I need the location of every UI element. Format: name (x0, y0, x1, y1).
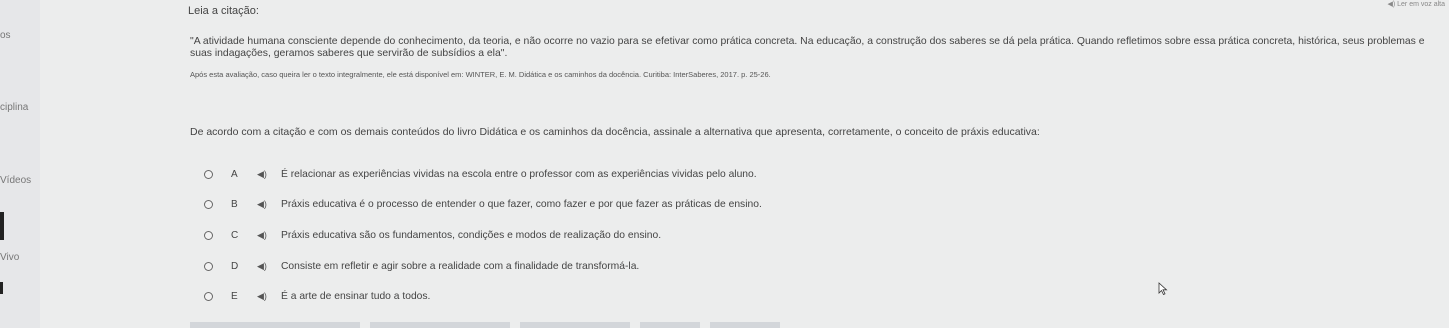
option-d[interactable]: D ◀) Consiste em refletir e agir sobre a… (190, 254, 790, 278)
speaker-icon[interactable]: ◀) (257, 230, 281, 241)
option-a[interactable]: A ◀) É relacionar as experiências vivida… (190, 162, 790, 186)
speaker-icon[interactable]: ◀) (257, 261, 281, 272)
sidebar-item-videos[interactable]: Vídeos (0, 175, 31, 186)
option-letter: D (231, 260, 239, 272)
speaker-icon: ◀) (1387, 1, 1396, 8)
option-letter: A (231, 168, 238, 180)
sidebar-active-indicator-2 (0, 282, 3, 294)
question-panel: Leia a citação: ◀) Ler em voz alta "A at… (40, 0, 1449, 328)
option-text: Práxis educativa são os fundamentos, con… (281, 229, 662, 241)
bottom-nav-segment[interactable] (520, 322, 630, 328)
quote-reference: Após esta avaliação, caso queira ler o t… (190, 70, 771, 79)
speaker-icon[interactable]: ◀) (257, 291, 281, 302)
speaker-icon[interactable]: ◀) (257, 199, 281, 210)
quote-text: "A atividade humana consciente depende d… (190, 36, 1425, 59)
bottom-nav-segment[interactable] (190, 322, 360, 328)
radio-icon[interactable] (204, 169, 213, 179)
sidebar-item-vivo[interactable]: Vivo (0, 252, 19, 263)
prompt-label: Leia a citação: (188, 5, 259, 17)
radio-icon[interactable] (204, 291, 213, 301)
sidebar-item-os[interactable]: os (0, 30, 11, 41)
sidebar-item-disciplina[interactable]: ciplina (0, 102, 28, 113)
left-sidebar: os ciplina Vídeos Vivo (0, 0, 40, 328)
option-text: É relacionar as experiências vividas na … (281, 168, 757, 180)
cursor-icon (1158, 282, 1168, 295)
speaker-icon[interactable]: ◀) (257, 169, 281, 180)
bottom-nav-segment[interactable] (370, 322, 510, 328)
option-letter: B (231, 198, 238, 210)
sidebar-active-indicator (0, 212, 4, 240)
read-aloud-button[interactable]: ◀) Ler em voz alta (1387, 0, 1445, 8)
option-text: É a arte de ensinar tudo a todos. (281, 290, 431, 302)
read-aloud-label: Ler em voz alta (1397, 1, 1445, 8)
bottom-nav-segment[interactable] (710, 322, 780, 328)
option-text: Consiste em refletir e agir sobre a real… (281, 260, 640, 272)
option-letter: E (231, 290, 238, 302)
option-letter: C (231, 229, 239, 241)
option-text: Práxis educativa é o processo de entende… (281, 198, 762, 210)
radio-icon[interactable] (204, 199, 213, 209)
option-e[interactable]: E ◀) É a arte de ensinar tudo a todos. (190, 284, 790, 308)
bottom-nav-segment[interactable] (640, 322, 700, 328)
option-c[interactable]: C ◀) Práxis educativa são os fundamentos… (190, 223, 790, 247)
option-b[interactable]: B ◀) Práxis educativa é o processo de en… (190, 192, 790, 216)
question-text: De acordo com a citação e com os demais … (190, 126, 1040, 138)
radio-icon[interactable] (204, 261, 213, 271)
radio-icon[interactable] (204, 230, 213, 240)
